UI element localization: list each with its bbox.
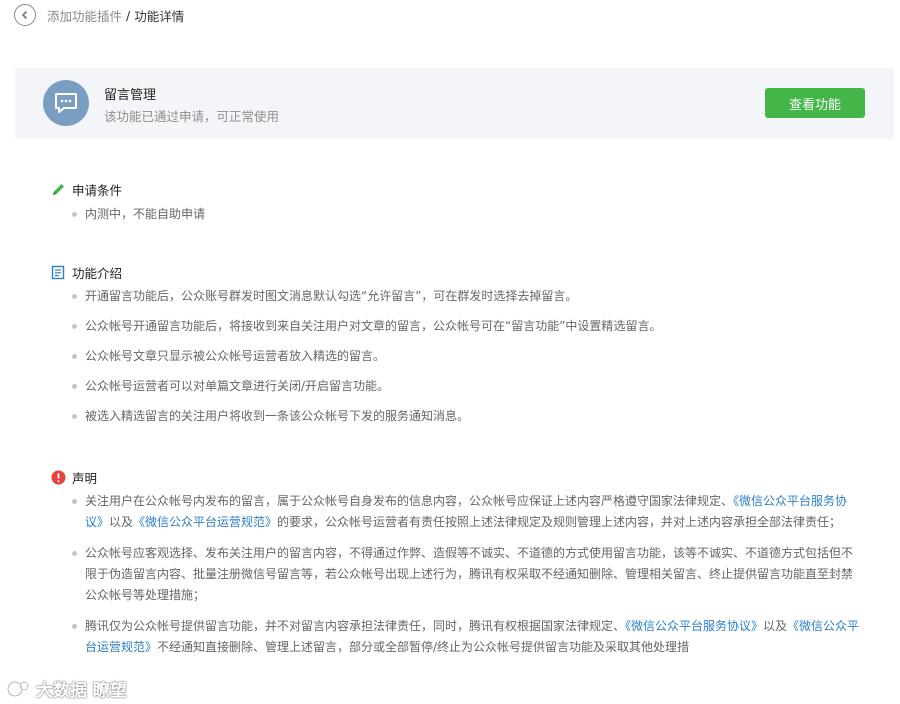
list-item: 公众帐号运营者可以对单篇文章进行关闭/开启留言功能。 xyxy=(50,376,860,397)
warning-icon xyxy=(50,469,66,485)
conditions-section: 申请条件 内测中，不能自助申请 xyxy=(50,180,860,225)
list-item: 公众帐号文章只显示被公众帐号运营者放入精选的留言。 xyxy=(50,346,860,367)
breadcrumb: 添加功能插件 / 功能详情 xyxy=(14,3,184,27)
list-item: 被选入精选留言的关注用户将收到一条该公众帐号下发的服务通知消息。 xyxy=(50,406,860,427)
list-item-text: 不经通知直接删除、管理上述留言，部分或全部暂停/终止为公众帐号提供留言功能及采取… xyxy=(157,640,690,654)
agreement-link[interactable]: 《微信公众平台运营规范》 xyxy=(133,515,277,529)
breadcrumb-separator: / xyxy=(126,7,131,23)
list-item: 内测中，不能自助申请 xyxy=(50,204,860,225)
view-function-button[interactable]: 查看功能 xyxy=(765,88,865,118)
back-button[interactable] xyxy=(14,4,36,26)
list-item-text: 以及 xyxy=(109,515,134,529)
conditions-header: 申请条件 xyxy=(50,180,860,198)
plugin-avatar xyxy=(43,80,89,126)
bullet-dot xyxy=(72,551,77,556)
watermark: 大数据 瞭望 xyxy=(6,676,127,701)
list-item-text: 被选入精选留言的关注用户将收到一条该公众帐号下发的服务通知消息。 xyxy=(85,409,470,423)
breadcrumb-parent-link[interactable]: 添加功能插件 xyxy=(47,6,122,25)
plugin-card: 留言管理 该功能已通过申请，可正常使用 查看功能 xyxy=(15,68,894,139)
watermark-logo-icon xyxy=(6,678,32,700)
bullet-dot xyxy=(72,499,77,504)
list-item: 开通留言功能后，公众账号群发时图文消息默认勾选“允许留言”，可在群发时选择去掉留… xyxy=(50,286,860,307)
list-item-text: 关注用户在公众帐号内发布的留言，属于公众帐号自身发布的信息内容，公众帐号应保证上… xyxy=(85,494,734,508)
declaration-list: 关注用户在公众帐号内发布的留言，属于公众帐号自身发布的信息内容，公众帐号应保证上… xyxy=(50,491,860,658)
chevron-left-icon xyxy=(20,10,30,20)
conditions-title: 申请条件 xyxy=(72,182,123,198)
list-item: 公众帐号应客观选择、发布关注用户的留言内容，不得通过作弊、造假等不诚实、不道德的… xyxy=(50,543,860,606)
bullet-dot xyxy=(72,624,77,629)
list-item-text: 的要求，公众帐号运营者有责任按照上述法律规定及规则管理上述内容，并对上述内容承担… xyxy=(277,515,842,529)
intro-title: 功能介绍 xyxy=(72,265,123,281)
intro-list: 开通留言功能后，公众账号群发时图文消息默认勾选“允许留言”，可在群发时选择去掉留… xyxy=(50,286,860,427)
bullet-dot xyxy=(72,294,77,299)
document-icon xyxy=(50,264,66,280)
list-item-text: 开通留言功能后，公众账号群发时图文消息默认勾选“允许留言”，可在群发时选择去掉留… xyxy=(85,289,578,303)
list-item-text: 腾讯仅为公众帐号提供留言功能，并不对留言内容承担法律责任，同时，腾讯有权根据国家… xyxy=(85,619,626,633)
bullet-dot xyxy=(72,384,77,389)
plugin-name: 留言管理 xyxy=(104,88,157,103)
list-item-text: 公众帐号应客观选择、发布关注用户的留言内容，不得通过作弊、造假等不诚实、不道德的… xyxy=(85,546,854,602)
intro-section: 功能介绍 开通留言功能后，公众账号群发时图文消息默认勾选“允许留言”，可在群发时… xyxy=(50,263,860,436)
list-item-text: 公众帐号运营者可以对单篇文章进行关闭/开启留言功能。 xyxy=(85,379,390,393)
bullet-dot xyxy=(72,354,77,359)
bullet-dot xyxy=(72,212,77,217)
list-item-text: 公众帐号开通留言功能后，将接收到来自关注用户对文章的留言，公众帐号可在“留言功能… xyxy=(85,319,662,333)
plugin-status: 该功能已通过申请，可正常使用 xyxy=(104,109,280,124)
list-item-text: 内测中，不能自助申请 xyxy=(85,207,206,221)
intro-header: 功能介绍 xyxy=(50,263,860,281)
list-item-text: 公众帐号文章只显示被公众帐号运营者放入精选的留言。 xyxy=(85,349,386,363)
breadcrumb-current: 功能详情 xyxy=(134,8,185,24)
bullet-dot xyxy=(72,324,77,329)
pen-icon xyxy=(50,181,66,197)
chat-bubble-icon xyxy=(54,92,78,114)
list-item: 关注用户在公众帐号内发布的留言，属于公众帐号自身发布的信息内容，公众帐号应保证上… xyxy=(50,491,860,533)
conditions-list: 内测中，不能自助申请 xyxy=(50,204,860,225)
list-item: 公众帐号开通留言功能后，将接收到来自关注用户对文章的留言，公众帐号可在“留言功能… xyxy=(50,316,860,337)
declaration-header: 声明 xyxy=(50,468,860,486)
list-item: 腾讯仅为公众帐号提供留言功能，并不对留言内容承担法律责任，同时，腾讯有权根据国家… xyxy=(50,616,860,658)
list-item-text: 以及 xyxy=(763,619,788,633)
declaration-title: 声明 xyxy=(72,470,98,486)
declaration-section: 声明 关注用户在公众帐号内发布的留言，属于公众帐号自身发布的信息内容，公众帐号应… xyxy=(50,468,860,668)
watermark-text: 大数据 瞭望 xyxy=(36,681,127,701)
agreement-link[interactable]: 《微信公众平台服务协议》 xyxy=(625,619,763,633)
bullet-dot xyxy=(72,414,77,419)
